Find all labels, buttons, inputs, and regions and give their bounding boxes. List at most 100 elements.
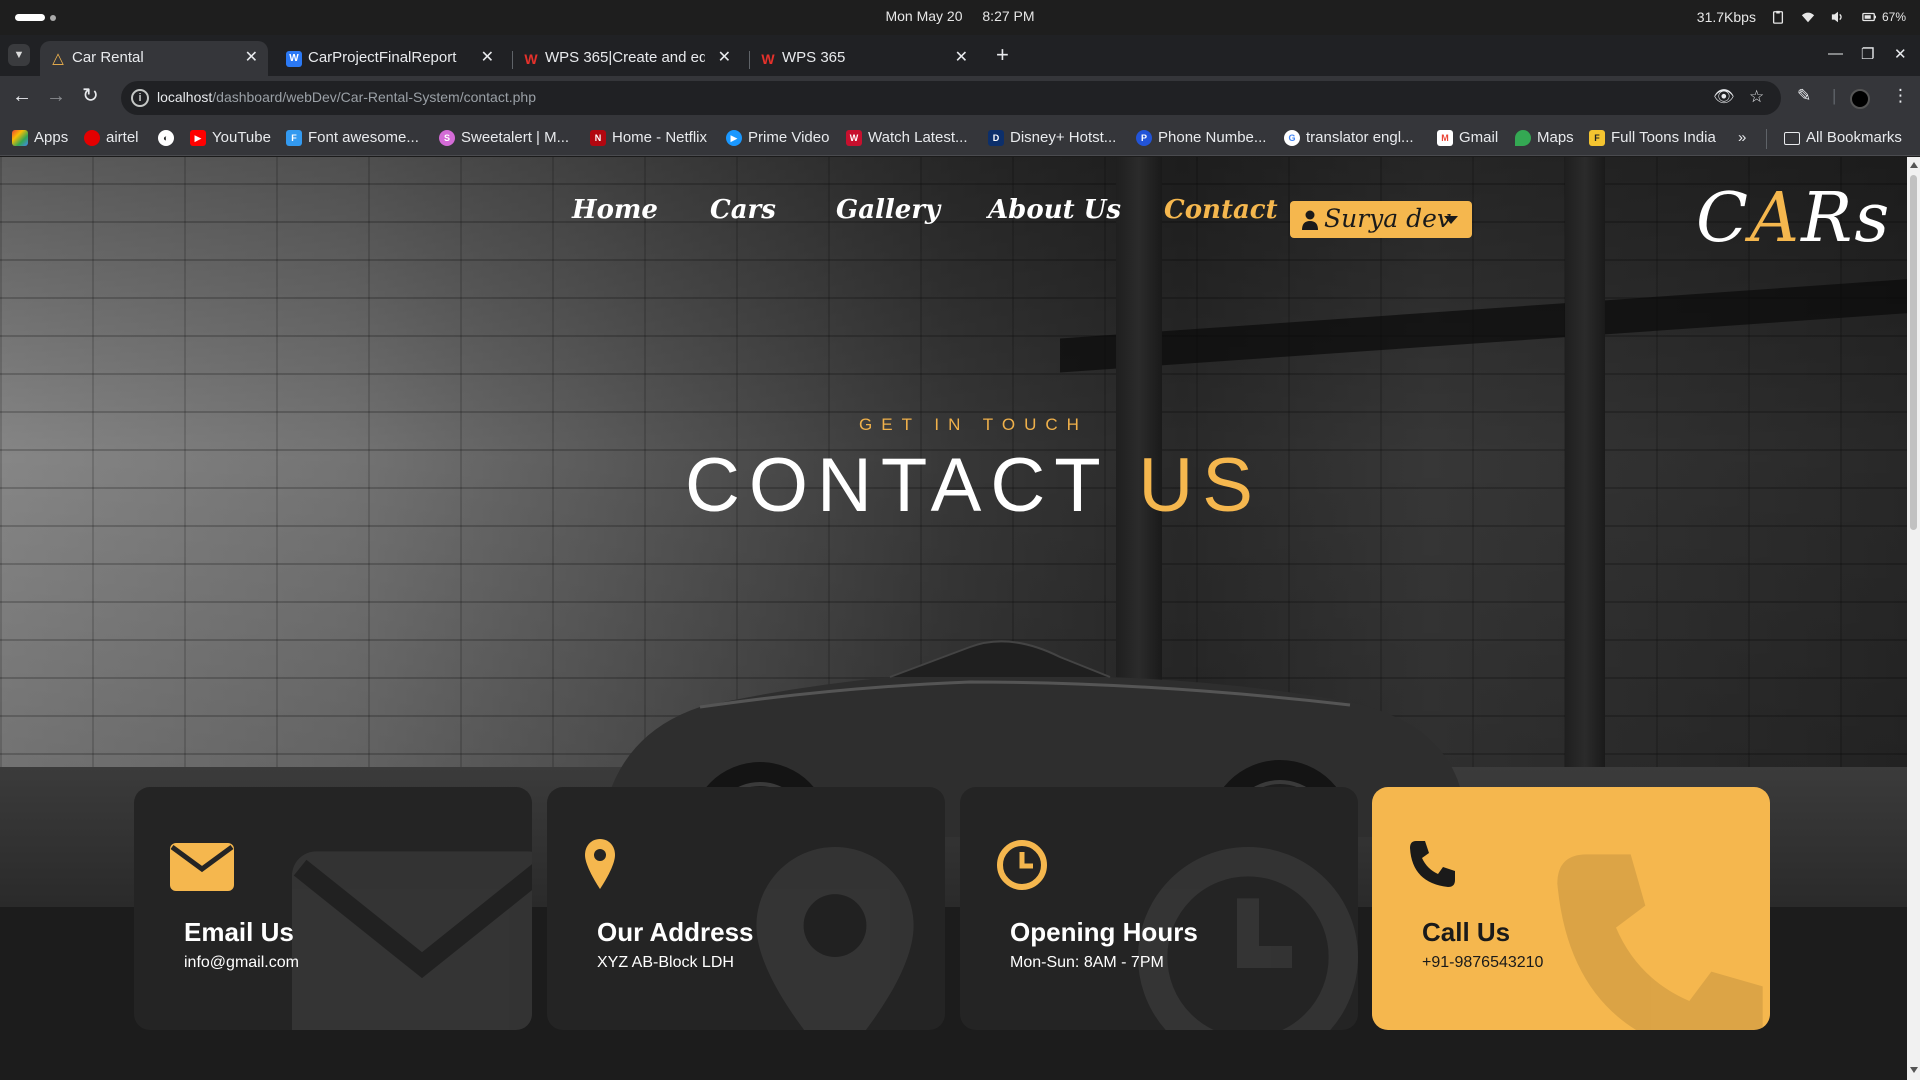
tab-wps-create[interactable]: W WPS 365|Create and edit ✕ [513,41,741,76]
nav-cars[interactable]: Cars [710,195,776,225]
watch-latest-icon: W [846,130,862,146]
tab-car-rental[interactable]: △ Car Rental ✕ [40,41,268,76]
bookmark-label: Maps [1537,129,1574,146]
gmail-icon: M [1437,130,1453,146]
bookmark-label: Full Toons India [1611,129,1716,146]
close-window-button[interactable]: ✕ [1894,45,1907,63]
clipboard-icon[interactable] [1770,10,1786,24]
profile-avatar[interactable] [1850,89,1870,109]
bookmark-font-awesome[interactable]: F Font awesome... [286,127,419,149]
scrollbar-thumb[interactable] [1910,175,1917,530]
nav-gallery[interactable]: Gallery [836,195,940,225]
bookmarks-bar: Apps airtel ◐ ▶ YouTube F Font awesome... … [0,120,1920,156]
bookmark-prime-video[interactable]: ▶ Prime Video [726,127,829,149]
wps-favicon-icon: W [761,51,775,67]
url-text[interactable]: localhost/dashboard/webDev/Car-Rental-Sy… [157,89,536,105]
bookmark-star-icon[interactable]: ☆ [1749,87,1764,107]
bookmark-globe[interactable]: ◐ [158,127,180,149]
volume-icon[interactable] [1830,10,1846,24]
bookmark-maps[interactable]: Maps [1515,127,1574,149]
wifi-icon[interactable] [1800,10,1816,24]
back-button[interactable]: ← [12,85,32,107]
card-text: Mon-Sun: 8AM - 7PM [1010,954,1164,971]
user-icon [1302,210,1318,230]
address-card[interactable]: Our Address XYZ AB-Block LDH [547,787,945,1030]
browser-toolbar: ← → ↻ i localhost/dashboard/webDev/Car-R… [0,76,1920,120]
os-status-area[interactable]: 31.7Kbps 67% [1697,9,1906,25]
title-highlight: US [1138,443,1262,528]
tab-car-project-report[interactable]: W CarProjectFinalReport ✕ [276,41,504,76]
folder-icon [1784,132,1800,145]
close-tab-icon[interactable]: ✕ [718,41,731,74]
bookmark-label: Sweetalert | M... [461,129,570,146]
bookmark-label: Home - Netflix [612,129,708,146]
os-time: 8:27 PM [982,8,1035,24]
bookmark-gmail[interactable]: M Gmail [1437,127,1498,149]
phone-bg-icon [1557,854,1763,1030]
call-card[interactable]: Call Us +91-9876543210 [1372,787,1770,1030]
nav-about-us[interactable]: About Us [988,195,1121,225]
page-viewport: Home Cars Gallery About Us Contact Surya… [0,157,1907,1080]
scroll-up-arrow[interactable] [1910,162,1918,168]
card-text: +91-9876543210 [1422,954,1544,971]
opening-hours-card[interactable]: Opening Hours Mon-Sun: 8AM - 7PM [960,787,1358,1030]
close-tab-icon[interactable]: ✕ [955,41,968,74]
card-text: XYZ AB-Block LDH [597,954,734,971]
bookmark-label: Watch Latest... [868,129,968,146]
bookmark-sweetalert[interactable]: S Sweetalert | M... [439,127,569,149]
scroll-down-arrow[interactable] [1910,1067,1918,1073]
bookmark-label: translator engl... [1306,129,1414,146]
tab-search-button[interactable]: ▼ [8,44,30,66]
email-card[interactable]: Email Us info@gmail.com [134,787,532,1030]
minimize-button[interactable]: — [1828,45,1843,62]
restore-button[interactable]: ❐ [1861,45,1874,63]
user-name: Surya dev [1324,204,1452,233]
bookmark-label: Apps [34,129,69,146]
all-bookmarks-folder[interactable]: All Bookmarks [1784,127,1902,149]
bookmark-label: All Bookmarks [1806,129,1902,146]
browser-menu-icon[interactable]: ⋮ [1892,86,1909,106]
bookmark-youtube[interactable]: ▶ YouTube [190,127,271,149]
forward-button[interactable]: → [46,85,66,107]
os-clock[interactable]: Mon May 20 8:27 PM [0,8,1920,24]
user-dropdown-button[interactable]: Surya dev [1290,201,1472,238]
battery-status[interactable]: 67% [1860,10,1906,24]
apps-grid-icon [12,130,28,146]
netflix-icon: N [590,130,606,146]
site-info-icon[interactable]: i [131,89,149,107]
full-toons-icon: F [1589,130,1605,146]
bookmark-translator[interactable]: Gtranslator engl... [1284,127,1414,149]
reload-button[interactable]: ↻ [82,85,99,107]
tab-wps-365[interactable]: W WPS 365 ✕ [750,41,978,76]
eye-off-icon[interactable]: 👁 [1713,87,1735,107]
more-bookmarks-button[interactable]: » [1738,127,1746,149]
bookmark-airtel[interactable]: airtel [84,127,139,149]
nav-home[interactable]: Home [572,195,658,225]
close-tab-icon[interactable]: ✕ [481,41,494,74]
site-logo[interactable]: CARs [1696,179,1891,258]
tab-title: CarProjectFinalReport [308,49,457,66]
card-title: Call Us [1422,917,1511,947]
page-scrollbar[interactable] [1907,157,1920,1080]
toolbar-divider: | [1832,86,1837,105]
new-tab-button[interactable]: + [996,43,1009,67]
nav-contact[interactable]: Contact [1164,195,1278,225]
net-speed: 31.7Kbps [1696,9,1756,25]
car-rental-favicon-icon: △ [52,50,64,67]
google-icon: G [1284,130,1300,146]
title-main: CONTACT [685,443,1109,528]
tab-title: Car Rental [72,49,144,66]
bookmark-full-toons[interactable]: F Full Toons India [1589,127,1716,149]
bookmark-disney-hotstar[interactable]: D Disney+ Hotst... [988,127,1116,149]
bookmark-phone-number[interactable]: P Phone Numbe... [1136,127,1266,149]
extensions-icon[interactable]: ✎ [1797,86,1811,106]
word-doc-favicon-icon: W [286,51,302,67]
url-path: /dashboard/webDev/Car-Rental-System/cont… [212,89,536,105]
bookmark-netflix[interactable]: N Home - Netflix [590,127,707,149]
address-bar[interactable]: i localhost/dashboard/webDev/Car-Rental-… [121,81,1781,115]
battery-percent: 67% [1881,10,1906,24]
browser-tab-strip: ▼ △ Car Rental ✕ W CarProjectFinalReport… [0,35,1920,76]
close-tab-icon[interactable]: ✕ [245,41,258,74]
bookmark-apps[interactable]: Apps [12,127,68,149]
bookmark-watch-latest[interactable]: W Watch Latest... [846,127,968,149]
